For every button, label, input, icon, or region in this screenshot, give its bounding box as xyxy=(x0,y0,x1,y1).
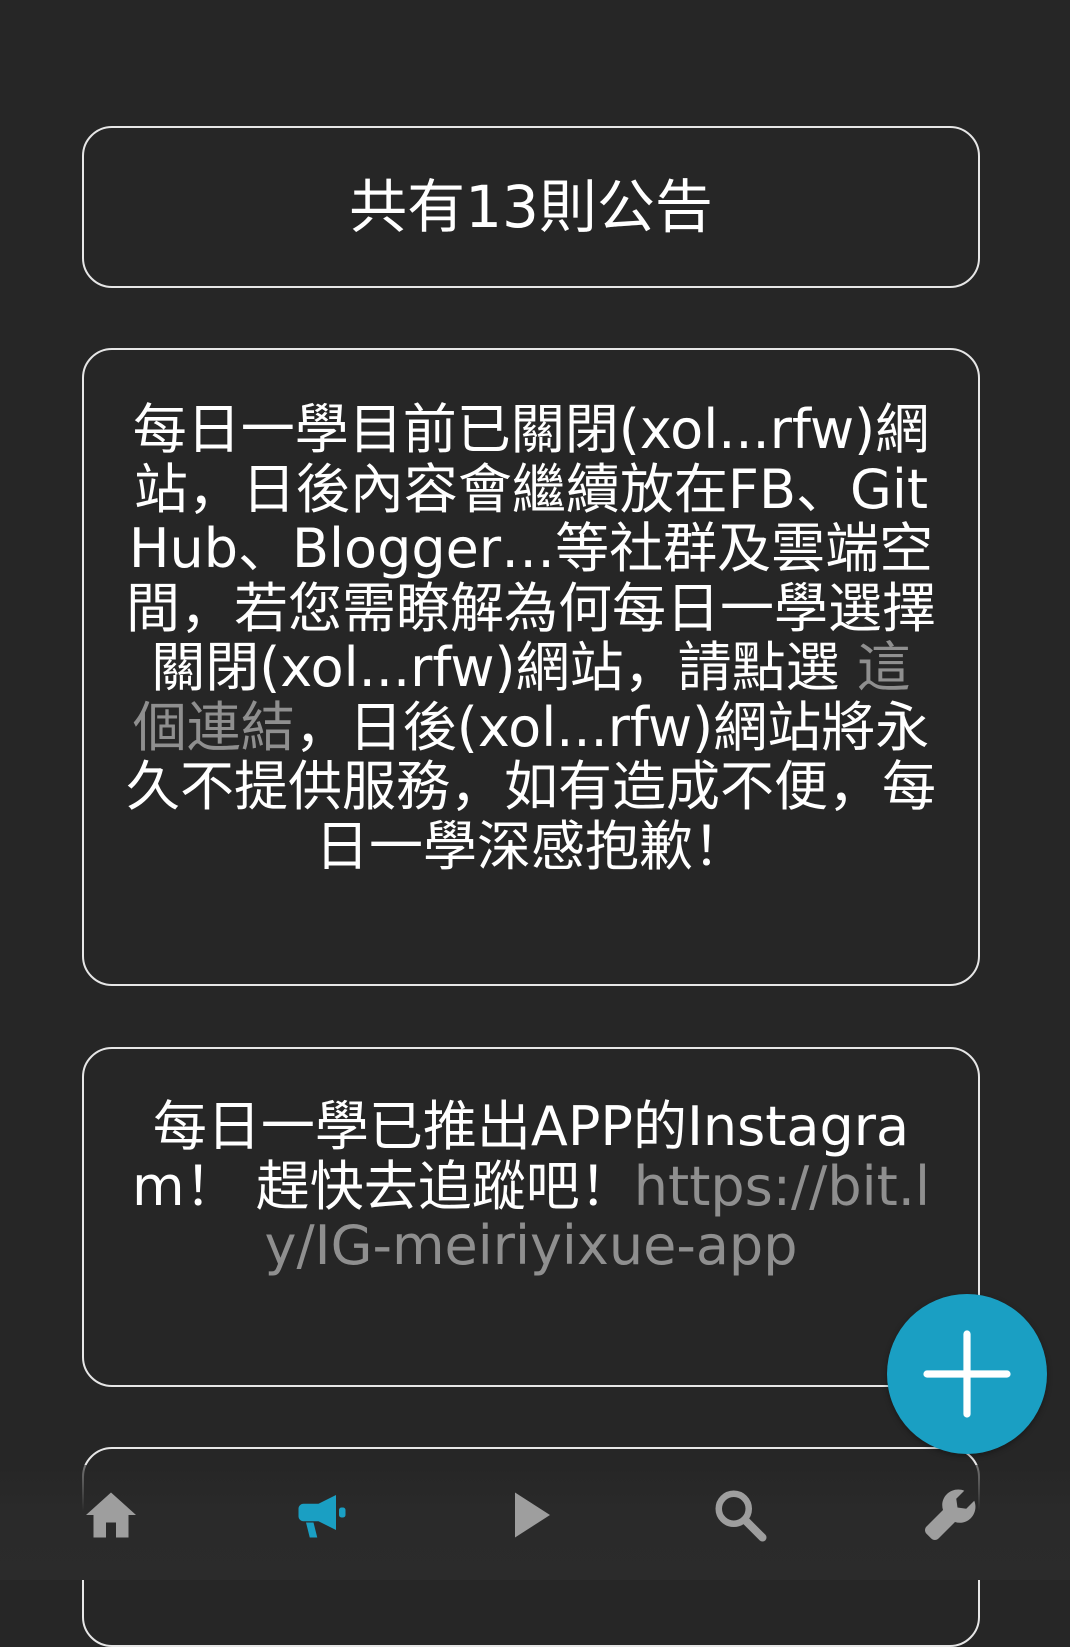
announcement-body: 每日一學目前已關閉(xol...rfw)網站，日後內容會繼續放在FB、GitHu… xyxy=(126,398,936,699)
wrench-icon xyxy=(925,1489,976,1540)
nav-announcements-button[interactable] xyxy=(286,1480,356,1550)
nav-play-button[interactable] xyxy=(495,1480,565,1550)
nav-search-button[interactable] xyxy=(705,1480,775,1550)
announcement-card: 每日一學已推出APP的Instagram！ 趕快去追蹤吧！https://bit… xyxy=(82,1047,980,1387)
bottom-navigation-bar xyxy=(0,1465,1070,1580)
play-icon xyxy=(515,1492,550,1538)
add-announcement-button[interactable] xyxy=(887,1294,1047,1454)
announcement-text: 每日一學目前已關閉(xol...rfw)網站，日後內容會繼續放在FB、GitHu… xyxy=(126,400,936,876)
megaphone-icon xyxy=(298,1495,346,1538)
announcement-count-card: 共有13則公告 xyxy=(82,126,980,288)
announcement-card: 每日一學目前已關閉(xol...rfw)網站，日後內容會繼續放在FB、GitHu… xyxy=(82,348,980,986)
nav-home-button[interactable] xyxy=(76,1480,146,1550)
announcement-count-text: 共有13則公告 xyxy=(349,173,713,241)
plus-icon xyxy=(923,1330,1011,1418)
home-icon xyxy=(86,1492,136,1538)
announcement-text: 每日一學已推出APP的Instagram！ 趕快去追蹤吧！https://bit… xyxy=(126,1097,936,1276)
nav-settings-button[interactable] xyxy=(915,1480,985,1550)
search-icon xyxy=(715,1490,767,1542)
